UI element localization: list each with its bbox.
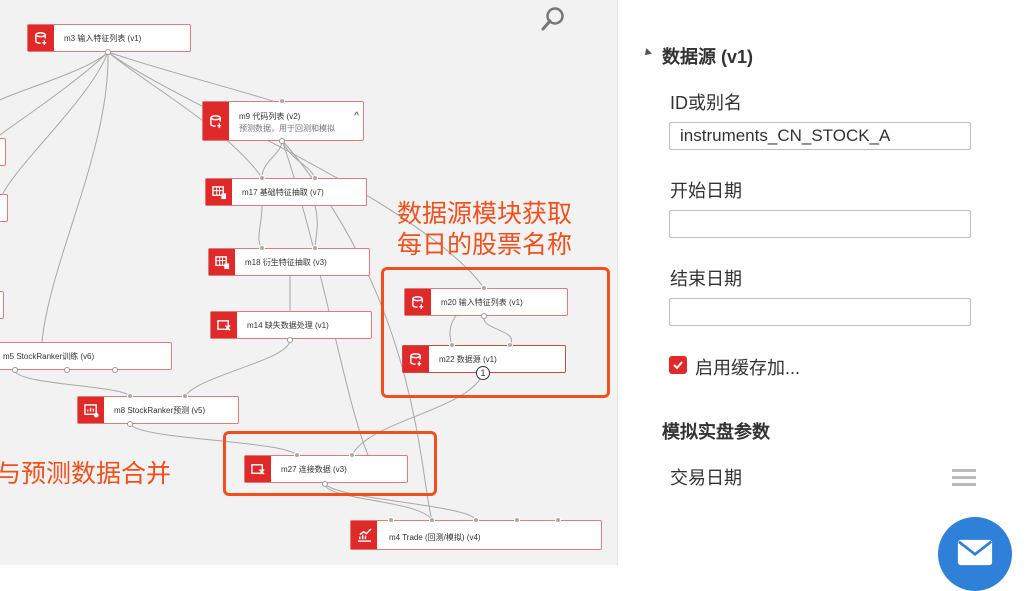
- input-port[interactable]: [259, 245, 265, 251]
- sim-section-title: 模拟实盘参数: [662, 422, 770, 442]
- input-port[interactable]: [182, 393, 188, 399]
- panel-title: 数据源 (v1): [662, 47, 754, 67]
- input-port[interactable]: [473, 517, 479, 523]
- node-label: m8 StockRanker预测 (v5): [114, 406, 206, 415]
- node-m4[interactable]: m4 Trade (回测/模拟) (v4): [350, 520, 602, 550]
- drag-handle-icon[interactable]: [952, 469, 976, 486]
- id-label: ID或别名: [670, 93, 742, 113]
- input-port[interactable]: [127, 393, 133, 399]
- node-label: m5 StockRanker训练 (v6): [3, 352, 95, 361]
- start-date-label: 开始日期: [670, 181, 742, 201]
- input-port[interactable]: [388, 517, 394, 523]
- node-label: m3 输入特征列表 (v1): [64, 34, 142, 43]
- trend-icon: [351, 521, 377, 549]
- node-description: 预测数据，用于回测和模拟: [239, 124, 335, 133]
- output-port[interactable]: [287, 337, 293, 343]
- database-icon: [203, 102, 229, 140]
- node-m14[interactable]: m14 缺失数据处理 (v1): [210, 311, 372, 339]
- output-port[interactable]: [112, 367, 118, 373]
- highlight-box-datasource: [381, 267, 610, 398]
- chart-icon: [78, 397, 104, 423]
- node-m3[interactable]: m3 输入特征列表 (v1): [27, 24, 191, 52]
- node-m8[interactable]: m8 StockRanker预测 (v5): [77, 396, 239, 424]
- node-label: m9 代码列表 (v2): [239, 112, 301, 121]
- end-date-input[interactable]: [669, 298, 971, 326]
- output-port[interactable]: [127, 421, 133, 427]
- table-icon: [206, 179, 232, 205]
- output-port[interactable]: [279, 138, 285, 144]
- workflow-canvas[interactable]: m3 输入特征列表 (v1) m9 代码列表 (v2) 预测数据，用于回测和模拟…: [0, 0, 617, 565]
- input-port[interactable]: [312, 245, 318, 251]
- tools-icon: [211, 312, 237, 338]
- properties-panel: 数据源 (v1) ID或别名 开始日期 结束日期 启用缓存加... 模拟实盘参数…: [617, 0, 1033, 591]
- output-port[interactable]: [12, 367, 18, 373]
- mail-icon: [957, 539, 993, 566]
- output-port[interactable]: [105, 49, 111, 55]
- search-icon[interactable]: [540, 6, 566, 32]
- table-icon: [209, 249, 235, 275]
- input-port[interactable]: [555, 517, 561, 523]
- annotation-datasource-line1: 数据源模块获取: [397, 199, 573, 228]
- node-partial[interactable]: [0, 138, 6, 166]
- end-date-label: 结束日期: [670, 269, 742, 289]
- message-button[interactable]: [938, 517, 1012, 591]
- checkmark-icon: [673, 361, 683, 370]
- input-port[interactable]: [429, 517, 435, 523]
- cache-checkbox[interactable]: [669, 356, 687, 374]
- database-icon: [28, 25, 54, 51]
- node-partial[interactable]: [0, 194, 8, 222]
- annotation-merge: 与预测数据合并: [0, 459, 172, 488]
- node-label: m17 基础特征抽取 (v7): [242, 188, 324, 197]
- node-label: m4 Trade (回测/模拟) (v4): [389, 533, 481, 542]
- input-port[interactable]: [259, 175, 265, 181]
- input-port[interactable]: [514, 517, 520, 523]
- chevron-up-icon[interactable]: ^: [354, 111, 359, 122]
- node-m9[interactable]: m9 代码列表 (v2) 预测数据，用于回测和模拟 ^: [202, 101, 364, 141]
- node-m17[interactable]: m17 基础特征抽取 (v7): [205, 178, 367, 206]
- input-port[interactable]: [279, 98, 285, 104]
- collapse-triangle-icon[interactable]: [642, 48, 652, 58]
- start-date-input[interactable]: [669, 210, 971, 238]
- annotation-datasource-line2: 每日的股票名称: [397, 230, 573, 259]
- output-port[interactable]: [64, 367, 70, 373]
- input-port[interactable]: [312, 175, 318, 181]
- cache-label: 启用缓存加...: [695, 358, 801, 378]
- highlight-box-merge: [223, 431, 437, 496]
- node-partial[interactable]: [0, 291, 4, 319]
- node-m18[interactable]: m18 衍生特征抽取 (v3): [208, 248, 370, 276]
- node-label: m18 衍生特征抽取 (v3): [245, 258, 327, 267]
- trade-date-label: 交易日期: [670, 468, 742, 488]
- node-m5[interactable]: m5 StockRanker训练 (v6): [0, 342, 172, 370]
- node-label: m14 缺失数据处理 (v1): [247, 321, 329, 330]
- id-input[interactable]: [669, 122, 971, 150]
